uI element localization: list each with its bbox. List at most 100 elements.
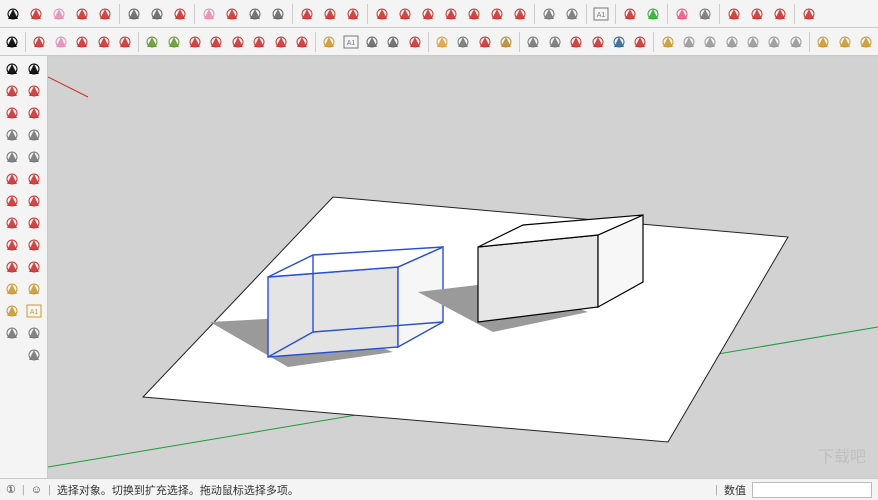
move-red-icon[interactable] (1, 212, 22, 233)
hand-icon[interactable] (432, 31, 452, 53)
house-wire-icon[interactable] (671, 3, 693, 25)
square-tool-icon[interactable] (23, 58, 44, 79)
paint-icon[interactable] (29, 31, 49, 53)
shape-b-icon[interactable] (394, 3, 416, 25)
eraser2-icon[interactable] (198, 3, 220, 25)
axis-red-icon[interactable] (619, 3, 641, 25)
push-red-icon[interactable] (23, 212, 44, 233)
pie-icon[interactable] (23, 190, 44, 211)
scale-red-icon[interactable] (1, 256, 22, 277)
mark-b-icon[interactable] (163, 31, 183, 53)
protractor-icon[interactable] (1, 300, 22, 321)
offset-icon[interactable] (292, 31, 312, 53)
offset-red-icon[interactable] (23, 256, 44, 277)
axes-icon[interactable] (405, 31, 425, 53)
freehand-icon[interactable] (71, 3, 93, 25)
text3d-icon[interactable] (383, 31, 403, 53)
curve-red-icon[interactable] (1, 102, 22, 123)
select-tool[interactable] (2, 3, 24, 25)
shape-c-icon[interactable] (417, 3, 439, 25)
axis-green-icon[interactable] (642, 3, 664, 25)
eraser3-icon[interactable] (51, 31, 71, 53)
orbit-icon[interactable] (475, 31, 495, 53)
tape-yellow-icon[interactable] (1, 278, 22, 299)
toggle-off-icon[interactable] (244, 3, 266, 25)
circ-wire-icon[interactable] (1, 146, 22, 167)
arc-red-icon[interactable] (1, 168, 22, 189)
plane-icon[interactable] (221, 3, 243, 25)
plugin-a-icon[interactable] (609, 31, 629, 53)
follow-red-icon[interactable] (23, 234, 44, 255)
multiwin-icon[interactable] (798, 3, 820, 25)
zoom-win-icon[interactable] (545, 31, 565, 53)
window-b-icon[interactable] (746, 3, 768, 25)
push-b-icon[interactable] (319, 3, 341, 25)
cube-b-icon[interactable] (561, 3, 583, 25)
t3d-icon[interactable] (23, 344, 44, 365)
line-red-icon[interactable] (1, 80, 22, 101)
shape-a-icon[interactable] (371, 3, 393, 25)
house-back-icon[interactable] (764, 31, 784, 53)
arrow-select-icon[interactable] (2, 31, 22, 53)
rect-fill-icon[interactable] (23, 124, 44, 145)
window-c-icon[interactable] (769, 3, 791, 25)
arc2-red-icon[interactable] (23, 168, 44, 189)
rot-red-icon[interactable] (1, 234, 22, 255)
prev-view-icon[interactable] (566, 31, 586, 53)
dim-icon[interactable] (23, 278, 44, 299)
circ-fill-icon[interactable] (23, 146, 44, 167)
cube-a-icon[interactable] (538, 3, 560, 25)
house-right-icon[interactable] (743, 31, 763, 53)
arc2-icon[interactable] (93, 31, 113, 53)
style-a-icon[interactable] (813, 31, 833, 53)
shape-g-icon[interactable] (509, 3, 531, 25)
push-a-icon[interactable] (296, 3, 318, 25)
arc-icon[interactable] (72, 31, 92, 53)
push-c-icon[interactable] (342, 3, 364, 25)
window-a-icon[interactable] (723, 3, 745, 25)
freehand2-icon[interactable] (94, 3, 116, 25)
house-iso-icon[interactable] (679, 31, 699, 53)
rotate-c-icon[interactable] (249, 31, 269, 53)
extrude-icon[interactable] (169, 3, 191, 25)
house-solid-icon[interactable] (694, 3, 716, 25)
shape-f-icon[interactable] (486, 3, 508, 25)
zoom-ext-icon[interactable] (523, 31, 543, 53)
house-left-icon[interactable] (786, 31, 806, 53)
paint-bucket-icon[interactable] (25, 3, 47, 25)
house-top-icon[interactable] (700, 31, 720, 53)
text-icon[interactable] (362, 31, 382, 53)
arc3-icon[interactable] (115, 31, 135, 53)
rect-tool-icon[interactable] (23, 102, 44, 123)
dim-label2-icon[interactable]: A1 (23, 300, 44, 321)
zoom-icon[interactable] (453, 31, 473, 53)
mark-a-icon[interactable] (142, 31, 162, 53)
circle-icon[interactable] (123, 3, 145, 25)
plugin-b-icon[interactable] (630, 31, 650, 53)
follow-icon[interactable] (270, 31, 290, 53)
arc3-red-icon[interactable] (1, 190, 22, 211)
style-b-icon[interactable] (834, 31, 854, 53)
shape-d-icon[interactable] (440, 3, 462, 25)
walk-icon[interactable] (496, 31, 516, 53)
warehouse-icon[interactable] (657, 31, 677, 53)
label-icon[interactable]: A1 (590, 3, 612, 25)
polygon-icon[interactable] (146, 3, 168, 25)
shape-e-icon[interactable] (463, 3, 485, 25)
next-view-icon[interactable] (587, 31, 607, 53)
text-tool-icon[interactable] (1, 322, 22, 343)
tape-icon[interactable] (319, 31, 339, 53)
house-front-icon[interactable] (722, 31, 742, 53)
rect-wire-icon[interactable] (1, 124, 22, 145)
rotate-b-icon[interactable] (206, 31, 226, 53)
axes-red-icon[interactable] (23, 322, 44, 343)
dim-label-icon[interactable]: A1 (340, 31, 360, 53)
viewport-3d[interactable]: 下载吧 (48, 56, 878, 478)
eraser-pink-icon[interactable] (23, 80, 44, 101)
eraser-icon[interactable] (48, 3, 70, 25)
arrow-icon[interactable] (1, 58, 22, 79)
move-icon[interactable] (228, 31, 248, 53)
measurement-input[interactable] (752, 482, 872, 498)
style-c-icon[interactable] (856, 31, 876, 53)
toggle-on-icon[interactable] (267, 3, 289, 25)
